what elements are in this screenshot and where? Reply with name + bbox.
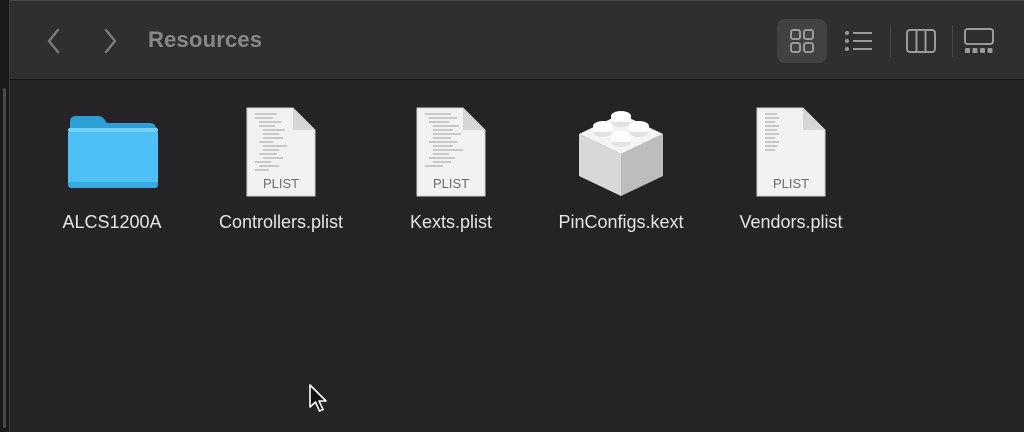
file-item-vendors-plist[interactable]: PLIST Vendors.plist (711, 102, 871, 233)
back-button[interactable] (38, 23, 70, 59)
plist-tag: PLIST (263, 176, 299, 191)
file-name: Vendors.plist (739, 212, 843, 232)
file-item-kexts-plist[interactable]: PLIST Kexts.plist (371, 102, 531, 233)
file-name: PinConfigs.kext (558, 212, 684, 232)
toolbar-separator (952, 25, 953, 57)
file-name: Kexts.plist (409, 212, 493, 232)
plist-tag: PLIST (433, 176, 469, 191)
toolbar-separator (890, 25, 891, 57)
list-icon (845, 31, 872, 51)
file-item-pinconfigs-kext[interactable]: PinConfigs.kext (541, 102, 701, 233)
icon-view-button[interactable] (777, 19, 827, 63)
columns-icon (906, 29, 936, 53)
plist-tag: PLIST (773, 176, 809, 191)
forward-button[interactable] (94, 23, 126, 59)
scrollbar[interactable] (3, 88, 6, 428)
plist-document-icon: PLIST (416, 107, 486, 197)
folder-icon (68, 116, 158, 188)
toolbar: Resources (10, 0, 1024, 80)
file-item-controllers-plist[interactable]: PLIST Controllers.plist (201, 102, 361, 233)
window-title: Resources (148, 27, 263, 52)
file-name: ALCS1200A (62, 212, 162, 232)
file-item-alcs1200a[interactable]: ALCS1200A (32, 102, 192, 233)
gallery-view-button[interactable] (954, 19, 1004, 63)
gallery-icon (964, 28, 994, 53)
grid-icon (790, 29, 814, 53)
list-view-button[interactable] (834, 19, 884, 63)
chevron-right-icon (104, 28, 117, 54)
sidebar-edge (0, 0, 10, 432)
mouse-pointer-icon (309, 384, 327, 412)
column-view-button[interactable] (896, 19, 946, 63)
file-grid: ALCS1200A PLIST Controllers.plist PLIST … (10, 80, 1024, 432)
plist-document-icon: PLIST (756, 107, 826, 197)
finder-window: Resources ALCS1200A PLIST Controllers.pl… (0, 0, 1024, 432)
file-name: Controllers.plist (218, 212, 344, 232)
chevron-left-icon (47, 28, 60, 54)
plist-document-icon: PLIST (246, 107, 316, 197)
kext-bundle-icon (579, 111, 663, 196)
